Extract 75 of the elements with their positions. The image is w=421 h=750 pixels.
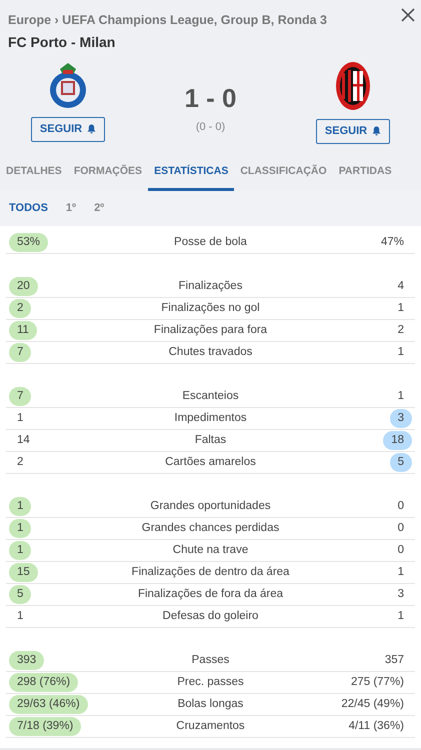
stat-value: 275 (77%)	[350, 674, 405, 690]
stat-value: 14	[16, 432, 31, 448]
follow-button[interactable]: SEGUIR	[30, 117, 106, 142]
tab[interactable]: DETALHES	[0, 158, 68, 192]
stat-label: Cartões amarelos	[164, 454, 257, 470]
stat-value: 1	[396, 388, 405, 404]
stat-value: 7	[9, 342, 32, 362]
stat-value: 298 (76%)	[9, 672, 78, 692]
period-tab[interactable]: 1º	[60, 200, 82, 217]
stat-label: Faltas	[194, 432, 228, 448]
stat-value: 1	[396, 608, 405, 624]
stat-value: 393	[9, 650, 44, 670]
bell-icon	[87, 124, 96, 134]
stat-value: 11	[9, 320, 37, 340]
stat-value: 1	[9, 518, 32, 538]
stat-value: 5	[390, 452, 412, 472]
stat-value: 5	[9, 584, 32, 604]
stat-value: 20	[9, 276, 38, 296]
stat-value: 29/63 (46%)	[9, 694, 88, 714]
stat-label: Finalizações de fora da área	[136, 586, 284, 602]
stat-label: Cruzamentos	[175, 718, 246, 734]
stat-value: 1	[396, 564, 405, 580]
stat-value: 2	[9, 298, 32, 318]
stat-label: Passes	[190, 652, 230, 668]
period-tab[interactable]: 2º	[89, 200, 110, 217]
follow-button[interactable]: SEGUIR	[316, 119, 390, 144]
stat-value: 0	[396, 498, 405, 514]
stat-label: Bolas longas	[176, 696, 244, 712]
stat-value: 3	[390, 408, 412, 428]
stat-value: 1	[16, 608, 24, 624]
stat-value: 1	[16, 410, 24, 426]
stat-value: 15	[9, 562, 38, 582]
stat-value: 7	[9, 386, 32, 406]
close-icon[interactable]	[401, 8, 415, 22]
stat-value: 1	[396, 300, 405, 316]
stat-label: Posse de bola	[173, 234, 248, 250]
stat-value: 4	[396, 278, 405, 294]
stat-label: Finalizações para fora	[152, 322, 268, 338]
half-time-score: (0 - 0)	[196, 120, 226, 135]
stat-value: 1	[9, 540, 32, 560]
stat-label: Defesas do goleiro	[162, 608, 260, 624]
stat-label: Chutes travados	[168, 344, 254, 360]
tab[interactable]: FORMAÇÕES	[68, 158, 148, 192]
stat-label: Escanteios	[181, 388, 240, 404]
club-crest-icon	[335, 61, 371, 111]
stat-label: Finalizações no gol	[160, 300, 261, 316]
club-crest-icon	[48, 61, 88, 109]
stat-value: 0	[396, 520, 405, 536]
stat-label: Grandes oportunidades	[149, 498, 272, 514]
stat-value: 1	[396, 344, 405, 360]
stat-value: 3	[396, 586, 405, 602]
stat-value: 53%	[9, 232, 48, 252]
stat-value: 1	[9, 496, 32, 516]
full-time-score: 1 - 0	[184, 85, 237, 111]
stat-value: 22/45 (49%)	[340, 696, 405, 712]
stat-label: Impedimentos	[173, 410, 248, 426]
stat-value: 2	[396, 322, 405, 338]
stat-label: Grandes chances perdidas	[140, 520, 280, 536]
stat-label: Finalizações	[178, 278, 244, 294]
bell-icon	[372, 126, 382, 136]
period-tab[interactable]: TODOS	[4, 200, 53, 217]
stat-value: 7/18 (39%)	[9, 716, 82, 736]
stat-label: Finalizações de dentro da área	[130, 564, 290, 580]
stat-label: Chute na trave	[172, 542, 250, 558]
stat-value: 357	[384, 652, 405, 668]
tab[interactable]: CLASSIFICAÇÃO	[234, 158, 333, 192]
stat-label: Prec. passes	[176, 674, 245, 690]
stat-value: 47%	[380, 234, 405, 250]
match-title: FC Porto - Milan	[8, 33, 116, 52]
breadcrumb: Europe › UEFA Champions League, Group B, Ronda 3	[8, 12, 328, 29]
stat-value: 0	[396, 542, 405, 558]
stat-value: 2	[16, 454, 24, 470]
stat-value: 18	[383, 430, 412, 450]
stat-value: 4/11 (36%)	[348, 718, 405, 734]
tab[interactable]: PARTIDAS	[332, 158, 398, 192]
